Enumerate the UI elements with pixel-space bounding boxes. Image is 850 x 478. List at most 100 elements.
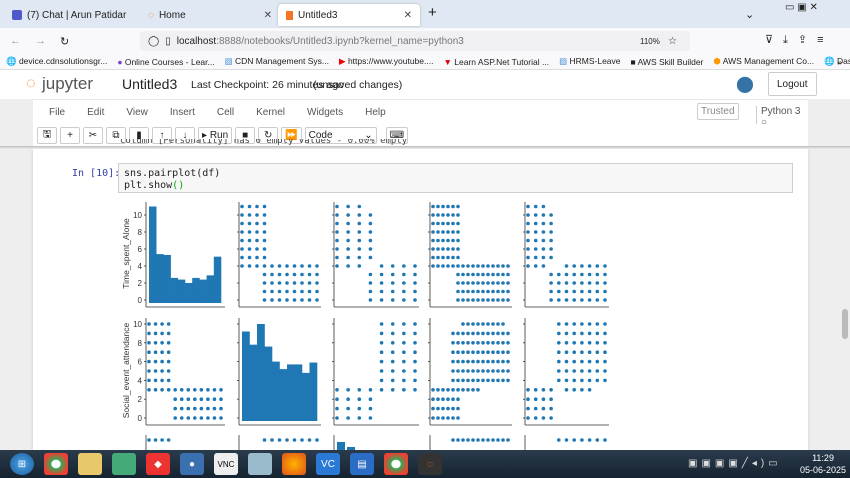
scatter-point — [335, 397, 339, 402]
scatter-point — [564, 264, 569, 268]
scatter-point — [431, 247, 435, 251]
scatter-point — [402, 272, 406, 277]
scatter-point — [471, 331, 475, 336]
scatter-point — [541, 204, 546, 209]
scatter-point — [335, 255, 339, 260]
scatter-point — [541, 416, 546, 420]
scatter-point — [580, 388, 584, 392]
scatter-point — [501, 350, 505, 355]
chrome-icon[interactable] — [384, 453, 408, 475]
scatter-point — [390, 388, 395, 392]
scatter-point — [379, 281, 384, 285]
scatter-point — [496, 378, 500, 383]
scatter-point — [496, 369, 500, 373]
scatter-point — [270, 289, 274, 294]
scatter-point — [564, 281, 569, 285]
vnc-icon[interactable]: VNC — [214, 453, 238, 475]
scatter-point — [481, 322, 485, 326]
scatter-point — [541, 397, 546, 402]
scatter-point — [595, 331, 600, 336]
scatter-point — [496, 272, 500, 277]
anydesk-icon[interactable]: ◆ — [146, 453, 170, 475]
scatter-point — [270, 298, 274, 302]
scatter-point — [456, 272, 460, 277]
scatter-point — [456, 369, 460, 373]
scatter-point — [603, 264, 607, 268]
scatter-point — [549, 247, 553, 251]
document-icon[interactable]: ▤ — [350, 453, 374, 475]
scatter-point — [471, 378, 475, 383]
scatter-point — [212, 388, 217, 392]
firefox-icon[interactable] — [282, 453, 306, 475]
scatter-point — [549, 289, 553, 294]
scatter-point — [446, 388, 450, 392]
scatter-point — [315, 298, 319, 302]
scatter-point — [471, 272, 475, 277]
file-explorer-icon[interactable] — [78, 453, 102, 475]
scatter-point — [262, 272, 267, 277]
system-tray-icons[interactable]: ▣▣▣▣╱◂)▭ — [688, 458, 782, 469]
scatter-point — [262, 438, 267, 442]
scatter-point — [390, 350, 395, 355]
scatter-point — [603, 281, 607, 285]
notepad-icon[interactable] — [248, 453, 272, 475]
scatter-point — [199, 397, 204, 402]
scatter-point — [270, 281, 274, 285]
scatter-point — [160, 341, 164, 345]
scatter-point — [466, 438, 470, 442]
scrollbar-thumb[interactable] — [842, 309, 848, 339]
scatter-point — [173, 416, 177, 420]
scatter-point — [557, 438, 561, 442]
scatter-point — [476, 350, 480, 355]
histogram-bar — [170, 277, 179, 303]
scatter-point — [199, 406, 204, 411]
scatter-point — [262, 264, 267, 268]
network-icon[interactable] — [112, 453, 136, 475]
scatter-point — [315, 289, 319, 294]
scatter-point — [413, 359, 417, 364]
jupyter-taskbar-icon[interactable]: ◌ — [418, 453, 442, 475]
scatter-point — [491, 298, 495, 302]
scrollbar[interactable] — [840, 149, 850, 450]
scatter-point — [572, 341, 576, 345]
scatter-point — [533, 247, 538, 251]
scatter-point — [262, 281, 267, 285]
scatter-point — [357, 238, 362, 243]
scatter-point — [541, 264, 546, 268]
scatter-point — [587, 289, 592, 294]
scatter-point — [481, 438, 485, 442]
scatter-point — [461, 331, 465, 336]
scatter-point — [451, 204, 455, 209]
scatter-point — [153, 388, 158, 392]
scatter-point — [441, 388, 445, 392]
scatter-point — [526, 406, 530, 411]
scatter-point — [456, 388, 460, 392]
scatter-point — [357, 397, 362, 402]
scatter-point — [390, 264, 395, 268]
scatter-point — [476, 272, 480, 277]
scatter-point — [346, 221, 350, 226]
vscode-icon[interactable]: VC — [316, 453, 340, 475]
scatter-point — [587, 341, 592, 345]
scatter-point — [390, 322, 395, 326]
scatter-point — [572, 359, 576, 364]
scatter-point — [219, 388, 223, 392]
scatter-point — [580, 281, 584, 285]
y-tick-label: 2 — [138, 395, 143, 404]
clock[interactable]: 11:29 05-06-2025 — [800, 452, 846, 476]
scatter-point — [402, 331, 406, 336]
scatter-point — [580, 438, 584, 442]
scatter-point — [147, 322, 151, 326]
app-icon[interactable]: ● — [180, 453, 204, 475]
scatter-point — [603, 289, 607, 294]
scatter-point — [240, 230, 244, 234]
scatter-point — [431, 264, 435, 268]
scatter-point — [262, 221, 267, 226]
scatter-point — [580, 378, 584, 383]
chrome-icon[interactable] — [44, 453, 68, 475]
start-button[interactable]: ⊞ — [10, 453, 34, 475]
scatter-point — [206, 416, 210, 420]
scatter-point — [160, 359, 164, 364]
scatter-point — [379, 331, 384, 336]
scatter-point — [506, 369, 510, 373]
